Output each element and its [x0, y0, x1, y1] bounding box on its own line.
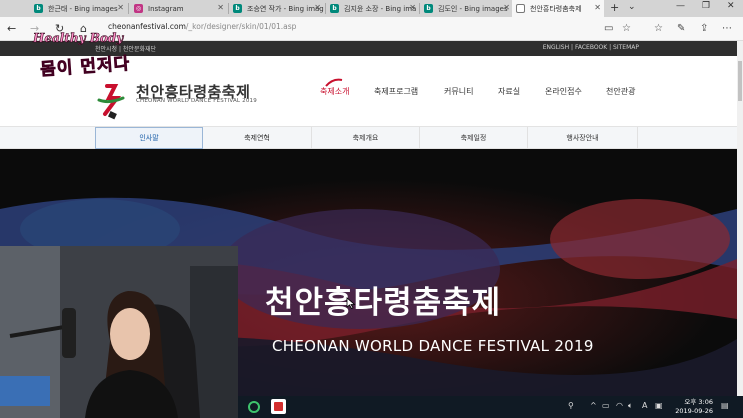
- util-links-right[interactable]: ENGLISH | FACEBOOK | SITEMAP: [543, 44, 639, 51]
- tab-bing-1[interactable]: b 한근태 - Bing images ✕: [30, 0, 127, 17]
- favorites-hub-icon[interactable]: ☆: [654, 23, 663, 34]
- system-clock[interactable]: 오후 3:06 2019-09-26: [675, 398, 713, 416]
- new-tab-button[interactable]: +: [610, 1, 619, 14]
- clock-date: 2019-09-26: [675, 407, 713, 415]
- recorder-app-icon[interactable]: [271, 399, 286, 414]
- close-tab-icon[interactable]: ✕: [409, 3, 416, 12]
- festival-logo-icon[interactable]: [97, 84, 127, 120]
- bing-icon: b: [233, 4, 242, 13]
- instagram-icon: ◎: [134, 4, 143, 13]
- tab-bing-3[interactable]: b 김지윤 소장 - Bing ima ✕: [326, 0, 419, 17]
- bing-icon: b: [424, 4, 433, 13]
- clock-time: 오후 3:06: [684, 398, 713, 406]
- reading-view-icon[interactable]: ▭: [604, 23, 613, 34]
- subnav-history[interactable]: 축제연혁: [203, 127, 312, 149]
- page-scrollbar[interactable]: [737, 41, 743, 396]
- close-tab-icon[interactable]: ✕: [503, 3, 510, 12]
- tab-bing-4[interactable]: b 김도인 - Bing images ✕: [420, 0, 513, 17]
- tab-label: 한근태 - Bing images: [48, 4, 118, 13]
- share-icon[interactable]: ⇪: [700, 23, 708, 34]
- tab-bing-2[interactable]: b 조승연 작가 - Bing images ✕: [229, 0, 324, 17]
- close-tab-icon[interactable]: ✕: [117, 3, 124, 12]
- user-tray-icon[interactable]: ⚲: [568, 401, 574, 410]
- wifi-icon[interactable]: ◠: [616, 401, 623, 410]
- tab-label: 김지윤 소장 - Bing ima: [344, 4, 417, 13]
- bing-icon: b: [34, 4, 43, 13]
- back-icon[interactable]: ←: [7, 22, 16, 35]
- scrollbar-thumb[interactable]: [738, 61, 742, 101]
- close-tab-icon[interactable]: ✕: [314, 3, 321, 12]
- tab-label: 천안흥타령춤축제: [530, 4, 582, 13]
- pen-icon[interactable]: ✎: [677, 23, 685, 34]
- app-launcher-icon[interactable]: [246, 399, 261, 414]
- network-icon[interactable]: ▭: [602, 401, 610, 410]
- nav-item-tourism[interactable]: 천안관광: [606, 86, 635, 97]
- nav-item-online-apply[interactable]: 온라인접수: [545, 86, 582, 97]
- minimize-icon[interactable]: —: [676, 1, 685, 11]
- close-tab-icon[interactable]: ✕: [594, 3, 601, 12]
- maximize-icon[interactable]: ❐: [702, 1, 710, 11]
- nav-item-programs[interactable]: 축제프로그램: [374, 86, 418, 97]
- nav-item-community[interactable]: 커뮤니티: [444, 86, 473, 97]
- subnav-schedule[interactable]: 축제일정: [420, 127, 528, 149]
- tab-bar: b 한근태 - Bing images ✕ ◎ Instagram ✕ b 조승…: [0, 0, 743, 17]
- volume-icon[interactable]: 🔈︎: [628, 401, 633, 411]
- logo-subtitle: CHEONAN WORLD DANCE FESTIVAL 2019: [136, 98, 257, 104]
- overlay-caption-english: Healthy Body: [33, 31, 124, 46]
- subnav-venue[interactable]: 행사장안내: [528, 127, 638, 149]
- subnav-overview[interactable]: 축제개요: [312, 127, 420, 149]
- url-host: cheonanfestival.com: [108, 22, 186, 31]
- more-icon[interactable]: ⋯: [722, 23, 732, 34]
- mouse-cursor-icon: [346, 297, 356, 309]
- webcam-feed: [0, 246, 238, 418]
- nav-item-archive[interactable]: 자료실: [498, 86, 520, 97]
- nav-item-festival-intro[interactable]: 축제소개: [320, 86, 349, 97]
- tab-label: 김도인 - Bing images: [438, 4, 508, 13]
- tab-instagram[interactable]: ◎ Instagram ✕: [130, 0, 227, 17]
- tab-label: Instagram: [148, 4, 184, 13]
- close-tab-icon[interactable]: ✕: [217, 3, 224, 12]
- page-icon: [516, 4, 525, 13]
- ime-indicator[interactable]: A: [642, 401, 647, 410]
- taskbar: ⚲ ^ ▭ ◠ 🔈︎ A ▣ 오후 3:06 2019-09-26 ▤: [238, 396, 743, 418]
- tray-expand-icon[interactable]: ^: [590, 401, 597, 410]
- url-field[interactable]: cheonanfestival.com/_kor/designer/skin/0…: [108, 22, 296, 31]
- url-path: /_kor/designer/skin/01/01.asp: [185, 22, 297, 31]
- bing-icon: b: [330, 4, 339, 13]
- tab-festival-active[interactable]: 천안흥타령춤축제 ✕: [512, 0, 604, 17]
- hero-title: 천안흥타령춤축제: [265, 285, 502, 321]
- tab-list-button[interactable]: ⌄: [628, 2, 636, 12]
- close-window-icon[interactable]: ✕: [727, 1, 735, 11]
- sub-navigation: 인사말 축제연혁 축제개요 축제일정 행사장안내: [0, 126, 737, 149]
- favorite-star-icon[interactable]: ☆: [622, 23, 631, 34]
- keyboard-icon[interactable]: ▣: [655, 401, 663, 410]
- tab-label: 조승연 작가 - Bing images: [247, 4, 324, 13]
- notification-icon[interactable]: ▤: [721, 401, 729, 410]
- hero-subtitle: CHEONAN WORLD DANCE FESTIVAL 2019: [272, 337, 594, 355]
- subnav-greeting[interactable]: 인사말: [95, 127, 203, 149]
- webcam-person-image: [0, 246, 238, 418]
